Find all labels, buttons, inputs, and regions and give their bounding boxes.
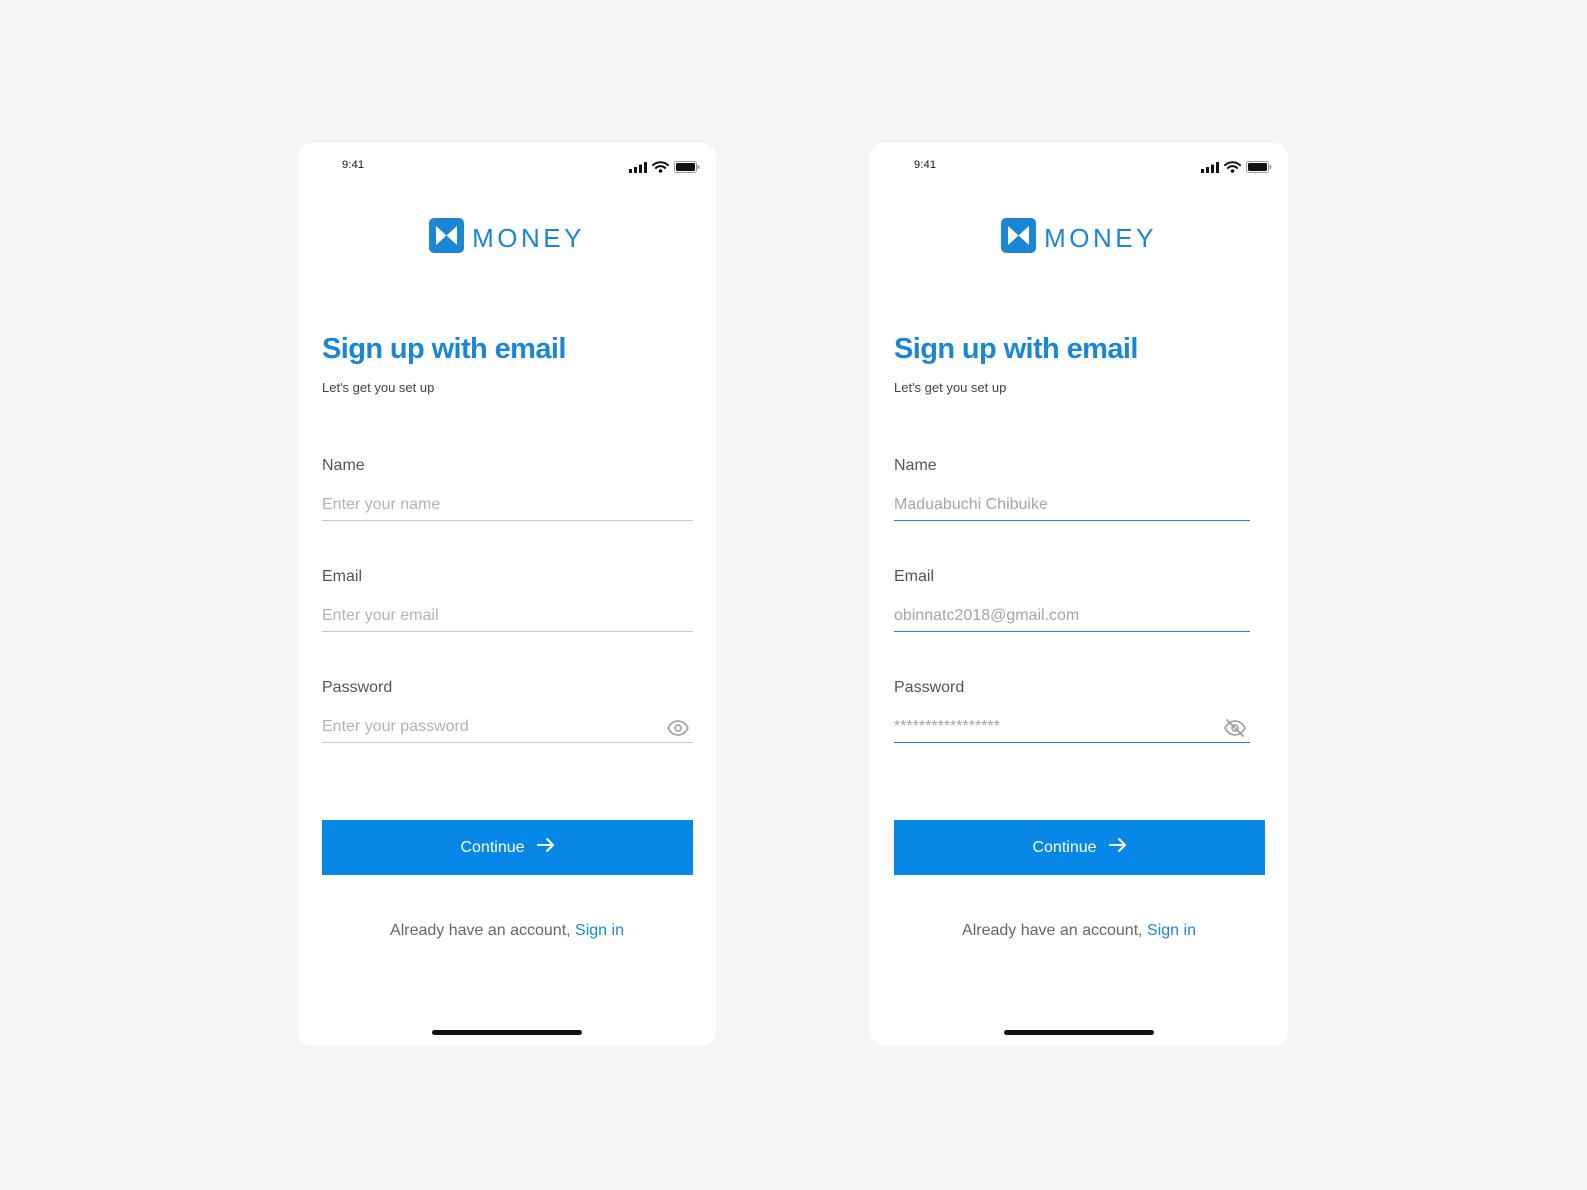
arrow-right-icon	[1108, 837, 1127, 858]
brand: MONEY	[870, 218, 1288, 258]
continue-button[interactable]: Continue	[322, 820, 693, 875]
money-logo-icon	[429, 218, 465, 258]
signin-prompt: Already have an account,	[962, 922, 1143, 939]
status-time: 9:41	[342, 159, 365, 171]
eye-icon[interactable]	[665, 717, 691, 739]
wifi-icon	[652, 160, 669, 178]
signal-icon	[629, 160, 647, 178]
continue-button[interactable]: Continue	[894, 820, 1265, 875]
status-icons	[1201, 160, 1272, 178]
password-field: Password	[322, 679, 693, 749]
signup-screen-empty: 9:41 MONEY Sign up with email Let's get …	[298, 143, 716, 1046]
signin-prompt: Already have an account,	[390, 922, 571, 939]
name-field: Name	[322, 457, 693, 527]
arrow-right-icon	[536, 837, 555, 858]
name-input[interactable]	[322, 490, 693, 521]
email-label: Email	[894, 568, 935, 585]
password-label: Password	[322, 679, 393, 696]
brand-name: MONEY	[1044, 222, 1157, 253]
status-time: 9:41	[914, 159, 937, 171]
email-input[interactable]	[894, 601, 1250, 632]
email-input[interactable]	[322, 601, 693, 632]
home-indicator	[432, 1030, 582, 1035]
brand: MONEY	[298, 218, 716, 258]
signup-screen-filled: 9:41 MONEY Sign up with email Let's get …	[870, 143, 1288, 1046]
email-field: Email	[894, 568, 1250, 638]
name-input[interactable]	[894, 490, 1250, 521]
eye-off-icon[interactable]	[1222, 717, 1248, 739]
battery-icon	[1246, 160, 1272, 178]
password-input[interactable]	[894, 712, 1250, 743]
status-icons	[629, 160, 700, 178]
brand-name: MONEY	[472, 222, 585, 253]
home-indicator	[1004, 1030, 1154, 1035]
signin-link[interactable]: Sign in	[575, 922, 624, 939]
continue-label: Continue	[1032, 838, 1097, 856]
page-subtitle: Let's get you set up	[322, 380, 435, 395]
wifi-icon	[1224, 160, 1241, 178]
signin-prompt-row: Already have an account, Sign in	[298, 922, 716, 940]
signin-link[interactable]: Sign in	[1147, 922, 1196, 939]
continue-label: Continue	[460, 838, 525, 856]
name-field: Name	[894, 457, 1250, 527]
signin-prompt-row: Already have an account, Sign in	[870, 922, 1288, 940]
page-subtitle: Let's get you set up	[894, 380, 1007, 395]
battery-icon	[674, 160, 700, 178]
name-label: Name	[894, 457, 937, 474]
password-input[interactable]	[322, 712, 693, 743]
signal-icon	[1201, 160, 1219, 178]
page-title: Sign up with email	[894, 333, 1138, 365]
page-title: Sign up with email	[322, 333, 566, 365]
money-logo-icon	[1001, 218, 1037, 258]
password-label: Password	[894, 679, 965, 696]
email-field: Email	[322, 568, 693, 638]
email-label: Email	[322, 568, 363, 585]
password-field: Password	[894, 679, 1250, 749]
name-label: Name	[322, 457, 365, 474]
